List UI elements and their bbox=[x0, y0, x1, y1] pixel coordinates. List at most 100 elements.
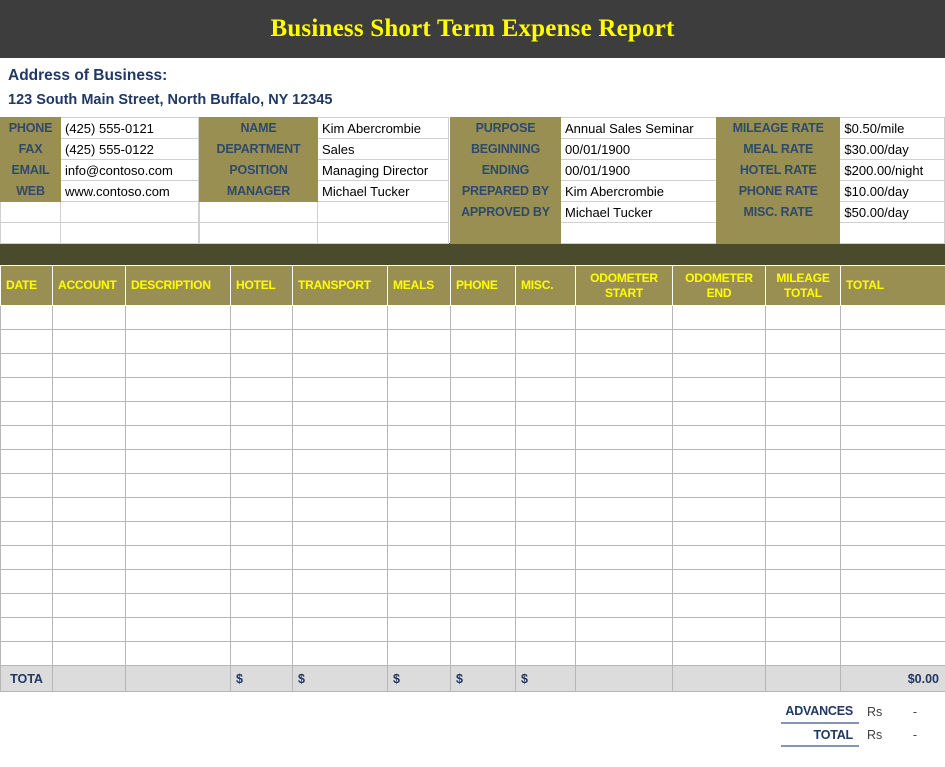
expense-cell[interactable] bbox=[293, 474, 388, 498]
rate-value-hotel[interactable]: $200.00/night bbox=[840, 160, 945, 181]
expense-cell[interactable] bbox=[516, 426, 576, 450]
expense-cell[interactable] bbox=[1, 522, 53, 546]
expense-cell[interactable] bbox=[388, 426, 451, 450]
totals-misc[interactable]: $ bbox=[516, 666, 576, 692]
empty-cell[interactable] bbox=[61, 223, 199, 244]
expense-cell[interactable] bbox=[673, 306, 766, 330]
expense-cell[interactable] bbox=[451, 522, 516, 546]
totals-grand-total[interactable]: $0.00 bbox=[841, 666, 945, 692]
expense-cell[interactable] bbox=[576, 474, 673, 498]
employee-value-position[interactable]: Managing Director bbox=[318, 160, 449, 181]
empty-cell[interactable] bbox=[561, 223, 717, 244]
rate-value-meal[interactable]: $30.00/day bbox=[840, 139, 945, 160]
empty-cell[interactable] bbox=[61, 202, 199, 223]
expense-cell[interactable] bbox=[388, 378, 451, 402]
expense-cell[interactable] bbox=[53, 642, 126, 666]
expense-cell[interactable] bbox=[673, 618, 766, 642]
expense-cell[interactable] bbox=[516, 522, 576, 546]
col-header-transport[interactable]: TRANSPORT bbox=[293, 266, 388, 306]
expense-cell[interactable] bbox=[231, 354, 293, 378]
totals-meals[interactable]: $ bbox=[388, 666, 451, 692]
expense-cell[interactable] bbox=[766, 354, 841, 378]
col-header-total[interactable]: TOTAL bbox=[841, 266, 945, 306]
expense-cell[interactable] bbox=[53, 402, 126, 426]
expense-cell[interactable] bbox=[451, 426, 516, 450]
expense-cell[interactable] bbox=[1, 426, 53, 450]
expense-cell[interactable] bbox=[231, 378, 293, 402]
expense-cell[interactable] bbox=[53, 354, 126, 378]
totals-account[interactable] bbox=[53, 666, 126, 692]
expense-cell[interactable] bbox=[673, 378, 766, 402]
rate-value-phone[interactable]: $10.00/day bbox=[840, 181, 945, 202]
empty-cell[interactable] bbox=[1, 223, 61, 244]
empty-cell[interactable] bbox=[200, 223, 318, 244]
expense-cell[interactable] bbox=[766, 450, 841, 474]
expense-cell[interactable] bbox=[841, 402, 945, 426]
expense-cell[interactable] bbox=[388, 354, 451, 378]
contact-value-phone[interactable]: (425) 555-0121 bbox=[61, 118, 199, 139]
expense-cell[interactable] bbox=[388, 474, 451, 498]
expense-cell[interactable] bbox=[231, 594, 293, 618]
expense-cell[interactable] bbox=[576, 354, 673, 378]
expense-cell[interactable] bbox=[293, 618, 388, 642]
expense-cell[interactable] bbox=[841, 474, 945, 498]
expense-cell[interactable] bbox=[293, 642, 388, 666]
expense-cell[interactable] bbox=[293, 378, 388, 402]
expense-cell[interactable] bbox=[126, 450, 231, 474]
expense-cell[interactable] bbox=[53, 546, 126, 570]
rate-value-mileage[interactable]: $0.50/mile bbox=[840, 118, 945, 139]
expense-cell[interactable] bbox=[1, 474, 53, 498]
totals-odometer-end[interactable] bbox=[673, 666, 766, 692]
expense-cell[interactable] bbox=[1, 642, 53, 666]
expense-cell[interactable] bbox=[841, 330, 945, 354]
expense-cell[interactable] bbox=[451, 474, 516, 498]
expense-cell[interactable] bbox=[231, 618, 293, 642]
expense-cell[interactable] bbox=[673, 426, 766, 450]
expense-cell[interactable] bbox=[673, 450, 766, 474]
expense-cell[interactable] bbox=[231, 306, 293, 330]
col-header-odometer-end[interactable]: ODOMETER END bbox=[673, 266, 766, 306]
expense-cell[interactable] bbox=[231, 498, 293, 522]
expense-cell[interactable] bbox=[1, 306, 53, 330]
expense-cell[interactable] bbox=[766, 402, 841, 426]
expense-cell[interactable] bbox=[576, 426, 673, 450]
expense-cell[interactable] bbox=[516, 618, 576, 642]
expense-cell[interactable] bbox=[516, 498, 576, 522]
expense-cell[interactable] bbox=[1, 402, 53, 426]
col-header-date[interactable]: DATE bbox=[1, 266, 53, 306]
contact-value-email[interactable]: info@contoso.com bbox=[61, 160, 199, 181]
expense-cell[interactable] bbox=[576, 378, 673, 402]
empty-cell[interactable] bbox=[318, 223, 449, 244]
expense-cell[interactable] bbox=[53, 570, 126, 594]
expense-cell[interactable] bbox=[673, 642, 766, 666]
expense-cell[interactable] bbox=[766, 306, 841, 330]
expense-cell[interactable] bbox=[841, 642, 945, 666]
totals-mileage-total[interactable] bbox=[766, 666, 841, 692]
expense-cell[interactable] bbox=[388, 402, 451, 426]
trip-value-approved-by[interactable]: Michael Tucker bbox=[561, 202, 717, 223]
expense-cell[interactable] bbox=[576, 594, 673, 618]
expense-cell[interactable] bbox=[126, 546, 231, 570]
col-header-description[interactable]: DESCRIPTION bbox=[126, 266, 231, 306]
expense-cell[interactable] bbox=[576, 402, 673, 426]
expense-cell[interactable] bbox=[231, 450, 293, 474]
expense-cell[interactable] bbox=[451, 450, 516, 474]
expense-cell[interactable] bbox=[516, 378, 576, 402]
contact-value-web[interactable]: www.contoso.com bbox=[61, 181, 199, 202]
expense-cell[interactable] bbox=[388, 450, 451, 474]
expense-cell[interactable] bbox=[388, 642, 451, 666]
expense-cell[interactable] bbox=[126, 378, 231, 402]
expense-cell[interactable] bbox=[53, 306, 126, 330]
expense-cell[interactable] bbox=[293, 306, 388, 330]
expense-cell[interactable] bbox=[388, 546, 451, 570]
col-header-misc[interactable]: MISC. bbox=[516, 266, 576, 306]
expense-cell[interactable] bbox=[126, 498, 231, 522]
expense-cell[interactable] bbox=[766, 378, 841, 402]
expense-cell[interactable] bbox=[576, 522, 673, 546]
expense-cell[interactable] bbox=[766, 618, 841, 642]
contact-value-fax[interactable]: (425) 555-0122 bbox=[61, 139, 199, 160]
expense-cell[interactable] bbox=[1, 594, 53, 618]
expense-cell[interactable] bbox=[1, 498, 53, 522]
expense-cell[interactable] bbox=[673, 402, 766, 426]
expense-cell[interactable] bbox=[841, 594, 945, 618]
